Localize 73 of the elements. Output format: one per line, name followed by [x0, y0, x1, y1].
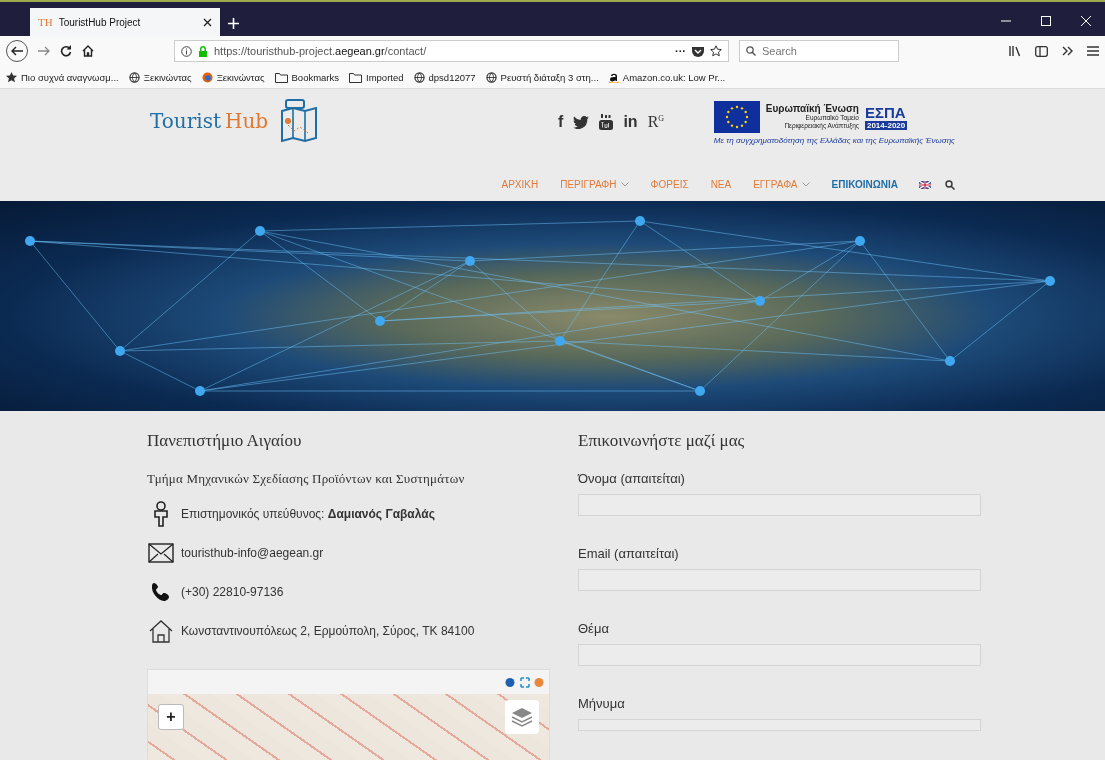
search-icon: [746, 46, 756, 56]
folder-icon: [274, 71, 288, 83]
back-arrow-icon: [11, 46, 23, 56]
input-field[interactable]: [578, 569, 981, 591]
amazon-icon: [608, 71, 619, 83]
department-name: Τμήμα Μηχανικών Σχεδίασης Προϊόντων και Συστημάτων: [147, 471, 466, 487]
globe-icon: [128, 71, 140, 83]
map-tool-icons[interactable]: [505, 676, 545, 688]
search-field[interactable]: Search: [739, 40, 899, 62]
site-logo[interactable]: Tourist Hub: [150, 99, 319, 143]
browser-tab[interactable]: TH TouristHub Project: [30, 8, 220, 36]
lock-icon: [198, 45, 208, 57]
maximize-icon[interactable]: [1041, 16, 1051, 26]
search-icon[interactable]: [945, 179, 955, 190]
espa-logo: ΕΣΠΑ 2014-2020: [864, 104, 908, 130]
eu-flag-icon: [713, 101, 760, 133]
form-heading: Επικοινωνήστε μαζί μας: [578, 431, 746, 451]
overflow-chevron-icon[interactable]: [1062, 46, 1073, 56]
video-icon[interactable]: [599, 114, 614, 130]
field-label: Θέμα: [578, 621, 610, 636]
home-icon[interactable]: [82, 45, 94, 57]
reload-icon[interactable]: [60, 45, 72, 57]
nav-link[interactable]: ΕΠΙΚΟΙΝΩΝΙΑ: [820, 179, 909, 190]
bookmark-item[interactable]: Ξεκινώντας: [201, 71, 265, 83]
star-icon: [6, 71, 17, 83]
bookmark-item[interactable]: Imported: [349, 71, 404, 83]
bird-icon[interactable]: [573, 115, 590, 129]
mail-icon: [147, 543, 175, 563]
pocket-icon[interactable]: [692, 45, 704, 57]
globe-icon: [413, 71, 425, 83]
field-label: Όνομα (απαιτείται): [578, 471, 686, 486]
address-bar[interactable]: https://touristhub-project.aegean.gr/contact/ ···: [174, 40, 729, 62]
url-text: https://touristhub-project.aegean.gr/contact/: [214, 45, 428, 57]
section-heading: Πανεπιστήμιο Αιγαίου: [147, 431, 303, 451]
firefox-icon: [201, 71, 213, 83]
social-link[interactable]: f: [558, 113, 564, 131]
sidebar-icon[interactable]: [1035, 45, 1048, 57]
info-icon: [181, 45, 192, 57]
favicon: TH: [38, 16, 53, 28]
folder-icon: [349, 71, 363, 83]
bookmark-star-icon[interactable]: [710, 45, 722, 57]
cofunding-caption: Με τη συγχρηματοδότηση της Ελλάδας και της Ευρωπαϊκής Ένωσης: [713, 136, 955, 145]
bookmark-item[interactable]: Πιο συχνά αναγνωσμ...: [6, 71, 119, 83]
home-icon: [147, 619, 175, 643]
contact-detail: touristhub-info@aegean.gr: [181, 546, 324, 560]
new-tab-icon[interactable]: [228, 18, 239, 29]
menu-icon[interactable]: [1087, 46, 1099, 56]
bookmark-item[interactable]: Bookmarks: [274, 71, 340, 83]
page-actions-button[interactable]: ···: [675, 45, 686, 57]
tab-title: TouristHub Project: [58, 16, 142, 28]
flag-icon[interactable]: [919, 180, 931, 189]
message-field[interactable]: [578, 719, 981, 731]
globe-icon: [485, 71, 497, 83]
contact-detail: Επιστημονικός υπεύθυνος: Δαμιανός Γαβαλάς: [181, 507, 435, 521]
input-field[interactable]: [578, 494, 981, 516]
zoom-in-button[interactable]: +: [158, 704, 184, 730]
layers-icon: [511, 707, 533, 727]
library-icon[interactable]: [1009, 45, 1021, 57]
bookmark-item[interactable]: Amazon.co.uk: Low Pr...: [608, 71, 726, 83]
social-link[interactable]: in: [623, 113, 638, 131]
field-label: Email (απαιτείται): [578, 546, 680, 561]
bookmark-item[interactable]: Ξεκινώντας: [128, 71, 192, 83]
layers-button[interactable]: [505, 700, 539, 734]
contact-detail: Κωνσταντινουπόλεως 2, Ερμούπολη, Σύρος, ΤΚ 84100: [181, 624, 475, 638]
social-link[interactable]: R$^{G}$: [647, 113, 665, 131]
map-widget[interactable]: +: [147, 669, 550, 760]
field-label: Μήνυμα: [578, 696, 626, 711]
bookmark-item[interactable]: Ρευστή διάταξη 3 στη...: [485, 71, 599, 83]
input-field[interactable]: [578, 644, 981, 666]
bookmark-item[interactable]: dpsd12077: [413, 71, 476, 83]
close-icon[interactable]: [203, 17, 212, 27]
contact-detail: (+30) 22810-97136: [181, 585, 284, 599]
forward-icon[interactable]: [38, 46, 50, 56]
